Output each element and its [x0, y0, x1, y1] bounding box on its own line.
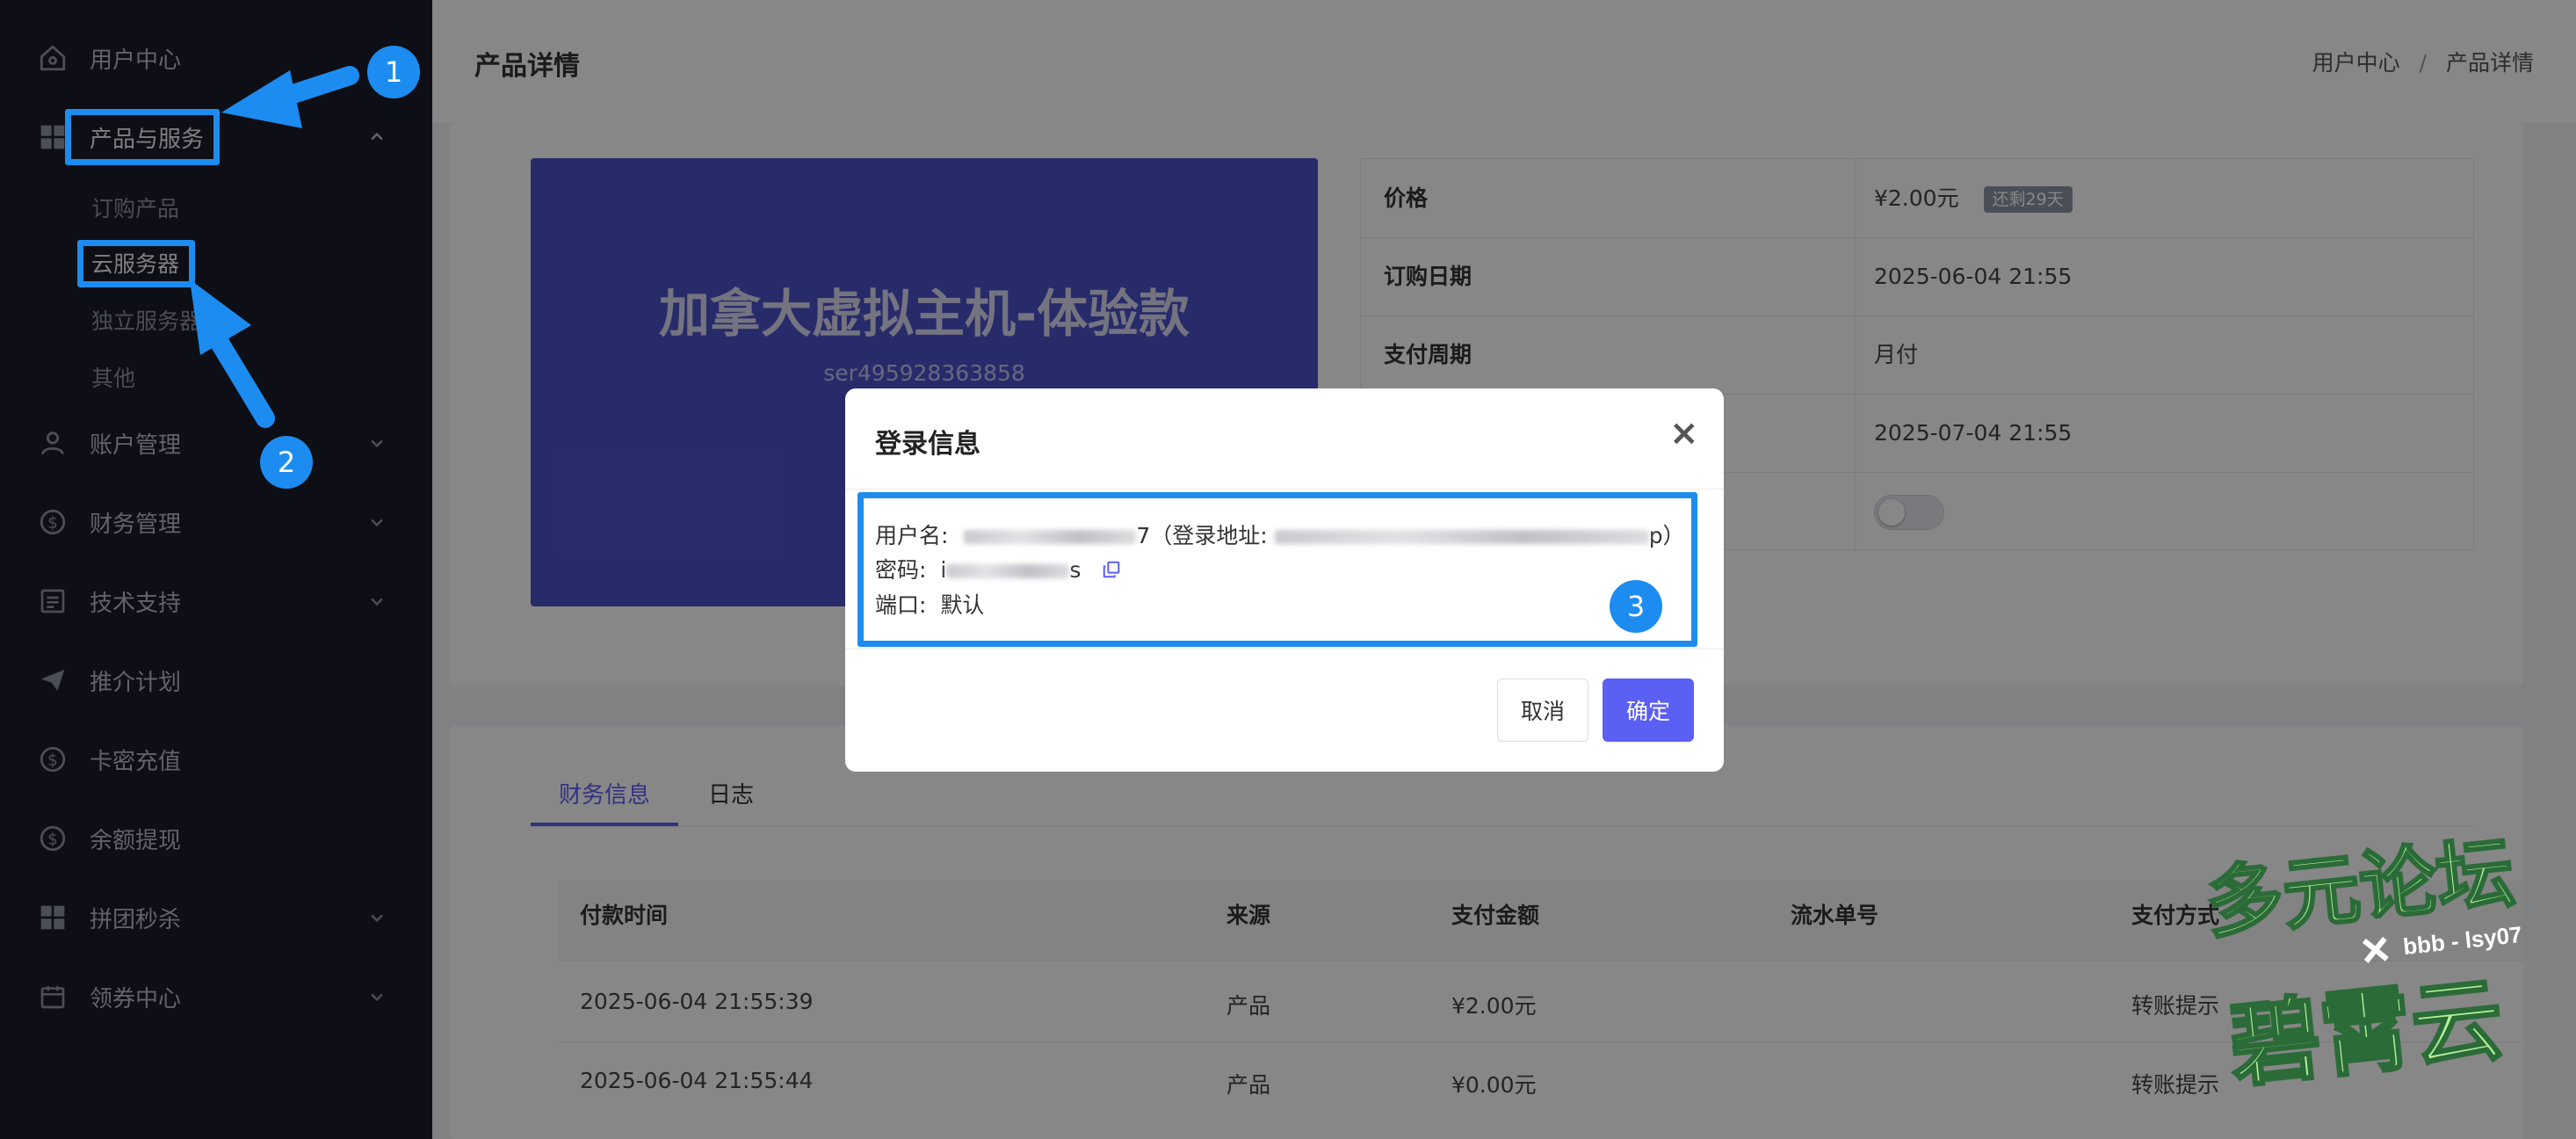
annotation-badge-3: 3 [1610, 580, 1662, 633]
svg-text:碧霄云: 碧霄云 [2225, 969, 2507, 1099]
annotation-badge-2: 2 [260, 436, 313, 489]
modal-header-divider [845, 489, 1724, 490]
svg-text:bbb - lsy07: bbb - lsy07 [2402, 921, 2523, 960]
confirm-button[interactable]: 确定 [1603, 678, 1694, 742]
cancel-button[interactable]: 取消 [1497, 678, 1588, 742]
modal-title: 登录信息 [875, 429, 980, 460]
close-icon[interactable]: × [1669, 413, 1699, 453]
watermark-logo: 多元论坛 × bbb - lsy07 碧霄云 [2188, 826, 2557, 1116]
highlight-cloud-server [77, 240, 195, 287]
highlight-products-services [65, 109, 220, 165]
watermark-logo-art: 多元论坛 × bbb - lsy07 碧霄云 [2200, 827, 2523, 1099]
annotation-badge-1: 1 [367, 46, 420, 98]
svg-text:×: × [2358, 920, 2392, 978]
highlight-login-info [857, 492, 1697, 647]
